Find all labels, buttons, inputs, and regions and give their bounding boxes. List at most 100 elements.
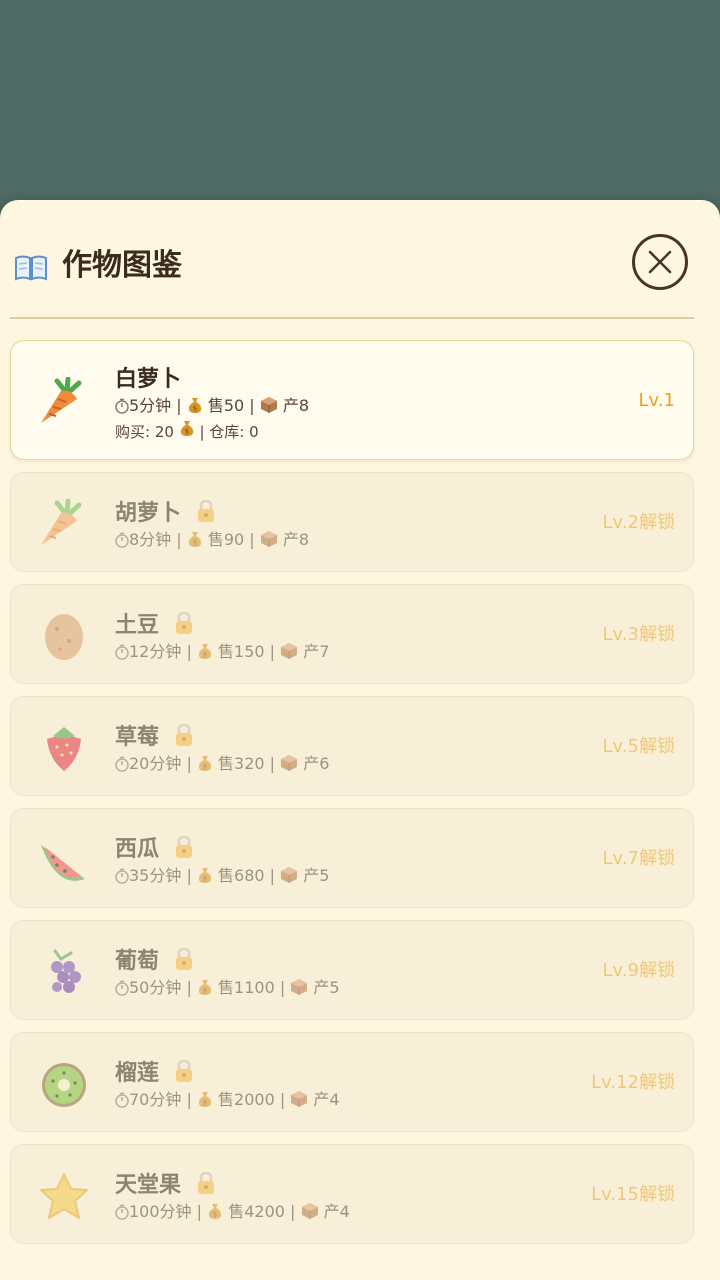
sell-price: 售320 (218, 754, 265, 773)
money-bag-icon: $ (198, 756, 212, 771)
close-button[interactable] (632, 234, 688, 290)
sell-price: 售680 (218, 866, 265, 885)
yield-amount: 产4 (323, 1202, 350, 1221)
crop-name-row: 天堂果 (115, 1167, 350, 1199)
box-icon (291, 1091, 308, 1107)
timer-icon (115, 980, 129, 996)
grow-time: 35分钟 (129, 866, 182, 885)
timer-icon (115, 398, 129, 414)
lock-icon (176, 611, 193, 634)
crop-card[interactable]: 白萝卜 5分钟 | $ 售50 | 产8 购买: 20 $ | 仓库: 0 Lv.1 (10, 340, 694, 460)
crop-info: 葡萄 50分钟 | $ 售1100 | 产5 (115, 943, 340, 999)
crop-info: 榴莲 70分钟 | $ 售2000 | 产4 (115, 1055, 340, 1111)
crop-guide-panel: 作物图鉴 白萝卜 5分钟 | $ 售50 | 产8 购买: 20 $ | 仓库: 0… (0, 200, 720, 1280)
sell-price: 售50 (207, 396, 245, 415)
crop-name: 葡萄 (115, 949, 160, 974)
lock-icon (176, 947, 193, 970)
svg-text:$: $ (203, 875, 207, 883)
box-icon (281, 755, 298, 771)
carrot-icon (35, 498, 93, 551)
crop-name: 土豆 (115, 613, 160, 638)
money-bag-icon: $ (198, 868, 212, 883)
kiwi-icon (35, 1059, 93, 1111)
unlock-level: Lv.12解锁 (591, 1072, 675, 1093)
crop-card[interactable]: 土豆 12分钟 | $ 售150 | 产7 Lv.3解锁 (10, 584, 694, 684)
page-title: 作物图鉴 (62, 248, 182, 283)
grape-icon (35, 947, 93, 999)
lock-icon (176, 723, 193, 746)
unlock-level: Lv.5解锁 (602, 736, 675, 757)
money-bag-icon: $ (180, 421, 193, 436)
unlock-level: Lv.9解锁 (602, 960, 675, 981)
crop-info: 天堂果 100分钟 | $ 售4200 | 产4 (115, 1167, 350, 1223)
timer-icon (115, 756, 129, 772)
unlock-level: Lv.3解锁 (602, 624, 675, 645)
stock-count: | 仓库: 0 (199, 423, 259, 441)
svg-text:$: $ (203, 651, 207, 659)
sell-price: 售1100 (218, 978, 275, 997)
money-bag-icon: $ (198, 644, 212, 659)
sell-price: 售2000 (218, 1090, 275, 1109)
svg-text:$: $ (193, 405, 197, 413)
lock-icon (198, 499, 215, 522)
potato-icon (35, 611, 93, 663)
crop-card[interactable]: 榴莲 70分钟 | $ 售2000 | 产4 Lv.12解锁 (10, 1032, 694, 1132)
crop-name-row: 白萝卜 (115, 361, 309, 393)
money-bag-icon: $ (198, 980, 212, 995)
unlock-level: Lv.2解锁 (602, 512, 675, 533)
crop-list: 白萝卜 5分钟 | $ 售50 | 产8 购买: 20 $ | 仓库: 0 Lv.1 … (10, 340, 694, 1256)
crop-name: 胡萝卜 (115, 501, 182, 526)
yield-amount: 产8 (282, 396, 310, 415)
grow-time: 12分钟 (129, 642, 182, 661)
svg-text:$: $ (203, 763, 207, 771)
crop-level: Lv.1 (638, 390, 675, 411)
crop-card[interactable]: 草莓 20分钟 | $ 售320 | 产6 Lv.5解锁 (10, 696, 694, 796)
crop-name-row: 土豆 (115, 607, 329, 639)
box-icon (301, 1203, 318, 1219)
crop-card[interactable]: 葡萄 50分钟 | $ 售1100 | 产5 Lv.9解锁 (10, 920, 694, 1020)
timer-icon (115, 532, 129, 548)
grow-time: 8分钟 (129, 530, 172, 549)
timer-icon (115, 1204, 129, 1220)
crop-info: 草莓 20分钟 | $ 售320 | 产6 (115, 719, 329, 775)
crop-name: 白萝卜 (115, 367, 182, 392)
close-icon (648, 250, 672, 274)
buy-price: 购买: 20 (115, 423, 174, 441)
crop-name-row: 葡萄 (115, 943, 340, 975)
svg-text:$: $ (203, 1099, 207, 1107)
crop-info: 西瓜 35分钟 | $ 售680 | 产5 (115, 831, 329, 887)
timer-icon (115, 1092, 129, 1108)
crop-stats: 50分钟 | $ 售1100 | 产5 (115, 977, 340, 999)
sell-price: 售150 (218, 642, 265, 661)
lock-icon (176, 835, 193, 858)
crop-card[interactable]: 西瓜 35分钟 | $ 售680 | 产5 Lv.7解锁 (10, 808, 694, 908)
svg-text:$: $ (193, 539, 197, 547)
star-fruit-icon (35, 1171, 93, 1223)
crop-name: 天堂果 (115, 1173, 182, 1198)
grow-time: 50分钟 (129, 978, 182, 997)
crop-card[interactable]: 胡萝卜 8分钟 | $ 售90 | 产8 Lv.2解锁 (10, 472, 694, 572)
crop-name: 榴莲 (115, 1061, 160, 1086)
watermelon-icon (35, 835, 93, 887)
crop-name-row: 榴莲 (115, 1055, 340, 1087)
box-icon (281, 643, 298, 659)
crop-buy-row: 购买: 20 $ | 仓库: 0 (115, 419, 309, 442)
panel-header: 作物图鉴 (0, 200, 720, 318)
money-bag-icon: $ (198, 1092, 212, 1107)
lock-icon (198, 1171, 215, 1194)
box-icon (260, 531, 277, 547)
crop-stats: 35分钟 | $ 售680 | 产5 (115, 865, 329, 887)
yield-amount: 产8 (282, 530, 310, 549)
unlock-level: Lv.15解锁 (591, 1184, 675, 1205)
crop-stats: 12分钟 | $ 售150 | 产7 (115, 641, 329, 663)
book-icon (15, 255, 47, 281)
yield-amount: 产7 (303, 642, 330, 661)
lock-icon (176, 1059, 193, 1082)
crop-name-row: 草莓 (115, 719, 329, 751)
timer-icon (115, 868, 129, 884)
svg-text:$: $ (203, 987, 207, 995)
crop-card[interactable]: 天堂果 100分钟 | $ 售4200 | 产4 Lv.15解锁 (10, 1144, 694, 1244)
box-icon (281, 867, 298, 883)
crop-info: 白萝卜 5分钟 | $ 售50 | 产8 购买: 20 $ | 仓库: 0 (115, 361, 309, 442)
crop-name: 西瓜 (115, 837, 160, 862)
